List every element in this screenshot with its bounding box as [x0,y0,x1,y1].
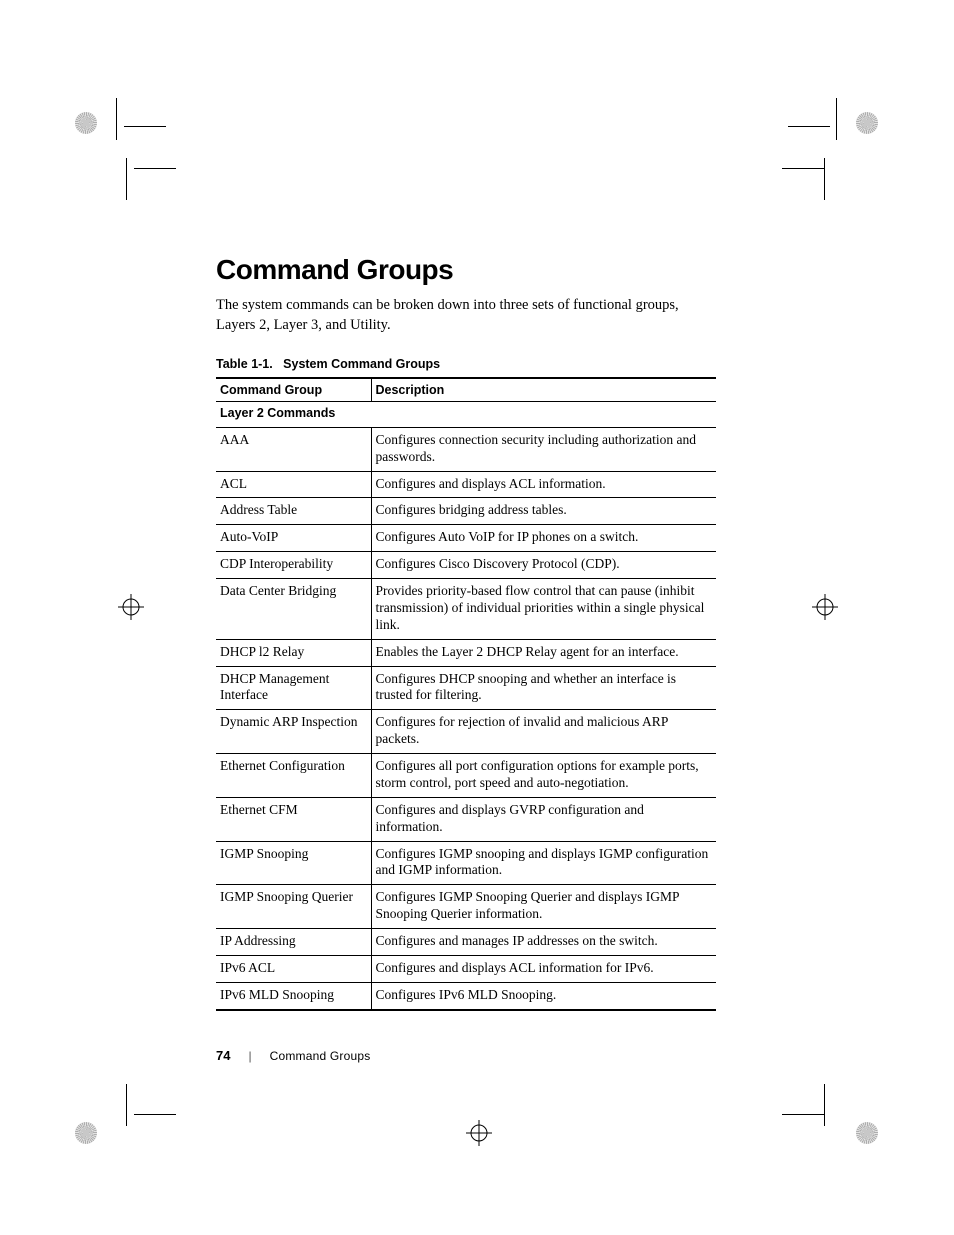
cell-description: Configures and displays ACL information … [371,955,716,982]
cell-group: Dynamic ARP Inspection [216,710,371,754]
table-row: Address TableConfigures bridging address… [216,498,716,525]
cell-group: Ethernet Configuration [216,754,371,798]
cell-group: DHCP Management Interface [216,666,371,710]
cell-description: Provides priority-based flow control tha… [371,579,716,640]
crop-mark-bottom-left [106,1074,166,1134]
cell-description: Configures and manages IP addresses on t… [371,929,716,956]
table-row: DHCP l2 RelayEnables the Layer 2 DHCP Re… [216,639,716,666]
page-number: 74 [216,1048,230,1063]
cell-group: IGMP Snooping [216,841,371,885]
crop-mark-bottom-right [788,1074,848,1134]
cell-group: Auto-VoIP [216,525,371,552]
cell-description: Configures for rejection of invalid and … [371,710,716,754]
table-row: Ethernet ConfigurationConfigures all por… [216,754,716,798]
cell-description: Configures Auto VoIP for IP phones on a … [371,525,716,552]
table-row: CDP InteroperabilityConfigures Cisco Dis… [216,552,716,579]
page-heading: Command Groups [216,254,716,286]
table-section-label: Layer 2 Commands [216,402,716,428]
crop-mark-mid-left [106,158,166,218]
crop-mark-top-left [106,98,166,158]
table-row: DHCP Management InterfaceConfigures DHCP… [216,666,716,710]
cell-description: Enables the Layer 2 DHCP Relay agent for… [371,639,716,666]
cell-group: ACL [216,471,371,498]
table-caption-title: System Command Groups [283,357,440,371]
cell-description: Configures IPv6 MLD Snooping. [371,982,716,1009]
table-row: AAAConfigures connection security includ… [216,427,716,471]
crop-mark-mid-right [788,158,848,218]
intro-paragraph: The system commands can be broken down i… [216,296,716,335]
page-content: Command Groups The system commands can b… [216,254,716,1011]
cell-description: Configures connection security including… [371,427,716,471]
table-row: Auto-VoIPConfigures Auto VoIP for IP pho… [216,525,716,552]
rosette-top-right [856,112,878,134]
col-header-description: Description [371,378,716,402]
page-footer: 74 | Command Groups [216,1048,370,1063]
cell-description: Configures Cisco Discovery Protocol (CDP… [371,552,716,579]
cell-group: IP Addressing [216,929,371,956]
command-groups-table: Command Group Description Layer 2 Comman… [216,377,716,1011]
cell-group: AAA [216,427,371,471]
table-row: ACLConfigures and displays ACL informati… [216,471,716,498]
table-row: IGMP Snooping QuerierConfigures IGMP Sno… [216,885,716,929]
cell-group: DHCP l2 Relay [216,639,371,666]
cell-description: Configures DHCP snooping and whether an … [371,666,716,710]
cell-description: Configures all port configuration option… [371,754,716,798]
table-row: IGMP SnoopingConfigures IGMP snooping an… [216,841,716,885]
cell-description: Configures bridging address tables. [371,498,716,525]
footer-section-label: Command Groups [270,1049,371,1063]
rosette-top-left [75,112,97,134]
cell-group: CDP Interoperability [216,552,371,579]
cell-description: Configures and displays GVRP configurati… [371,797,716,841]
table-row: Dynamic ARP InspectionConfigures for rej… [216,710,716,754]
table-row: Ethernet CFMConfigures and displays GVRP… [216,797,716,841]
cell-description: Configures IGMP Snooping Querier and dis… [371,885,716,929]
cell-description: Configures IGMP snooping and displays IG… [371,841,716,885]
table-row: Data Center BridgingProvides priority-ba… [216,579,716,640]
crop-mark-top-right [788,98,848,158]
table-caption-prefix: Table 1-1. [216,357,273,371]
registration-left [118,594,144,625]
cell-group: Address Table [216,498,371,525]
col-header-group: Command Group [216,378,371,402]
rosette-bottom-left [75,1122,97,1144]
cell-group: Ethernet CFM [216,797,371,841]
footer-divider: | [248,1049,251,1063]
table-header-row: Command Group Description [216,378,716,402]
cell-group: IGMP Snooping Querier [216,885,371,929]
rosette-bottom-right [856,1122,878,1144]
table-row: IP AddressingConfigures and manages IP a… [216,929,716,956]
table-row: IPv6 ACLConfigures and displays ACL info… [216,955,716,982]
table-caption: Table 1-1. System Command Groups [216,357,716,371]
table-section-row: Layer 2 Commands [216,402,716,428]
cell-group: IPv6 ACL [216,955,371,982]
registration-right [812,594,838,625]
cell-group: Data Center Bridging [216,579,371,640]
registration-bottom [466,1120,492,1151]
table-row: IPv6 MLD SnoopingConfigures IPv6 MLD Sno… [216,982,716,1009]
cell-description: Configures and displays ACL information. [371,471,716,498]
cell-group: IPv6 MLD Snooping [216,982,371,1009]
